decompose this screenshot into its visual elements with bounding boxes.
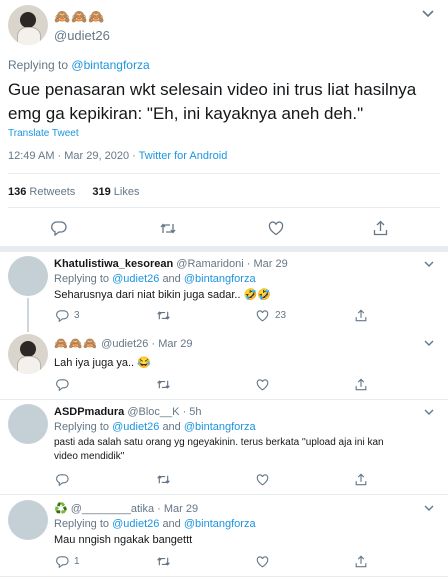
share-icon[interactable] bbox=[373, 220, 388, 236]
like-icon[interactable] bbox=[256, 379, 269, 391]
likes-label: Likes bbox=[113, 186, 140, 198]
like-icon[interactable] bbox=[256, 474, 269, 486]
reply-avatar[interactable] bbox=[8, 256, 48, 296]
likes-stat[interactable]: 319 Likes bbox=[92, 186, 139, 198]
reply-handle[interactable]: @Bloc__K bbox=[127, 406, 179, 418]
share-icon[interactable] bbox=[355, 555, 367, 568]
divider bbox=[0, 576, 448, 577]
reply-handle[interactable]: @udiet26 bbox=[101, 338, 148, 350]
chevron-down-icon[interactable] bbox=[422, 10, 434, 18]
reply-header: 🙈🙈🙈 @udiet26 · Mar 29 bbox=[54, 337, 192, 350]
likes-count: 319 bbox=[92, 186, 111, 198]
reply-replying-to: Replying to @udiet26 and @bintangforza bbox=[54, 421, 256, 433]
reply-to-link[interactable]: @bintangforza bbox=[184, 273, 256, 285]
reply-display-name[interactable]: Khatulistiwa_kesorean bbox=[54, 258, 173, 270]
like-icon[interactable] bbox=[268, 221, 284, 236]
reply-and: and bbox=[162, 273, 181, 285]
reply-to-link[interactable]: @bintangforza bbox=[71, 58, 149, 72]
retweet-icon[interactable] bbox=[159, 222, 177, 235]
reply-text-line1: pasti ada salah satu orang yg ngeyakinin… bbox=[54, 437, 384, 448]
translate-tweet-link[interactable]: Translate Tweet bbox=[8, 128, 79, 139]
reply-time[interactable]: · Mar 29 bbox=[247, 258, 288, 270]
reply-to-link[interactable]: @bintangforza bbox=[184, 518, 256, 530]
chevron-down-icon[interactable] bbox=[424, 261, 434, 268]
reply-time[interactable]: · 5h bbox=[183, 406, 202, 418]
share-icon[interactable] bbox=[355, 309, 367, 322]
chevron-down-icon[interactable] bbox=[424, 340, 434, 347]
reply-count: 3 bbox=[74, 310, 80, 321]
reply-icon[interactable] bbox=[56, 379, 69, 391]
retweet-icon[interactable] bbox=[156, 379, 171, 390]
author-handle[interactable]: @udiet26 bbox=[54, 28, 110, 43]
reply-time[interactable]: · Mar 29 bbox=[157, 503, 198, 515]
reply-to-link[interactable]: @udiet26 bbox=[112, 421, 159, 433]
replying-to-label: Replying to bbox=[54, 273, 110, 285]
reply-display-name[interactable]: ASDPmadura bbox=[54, 406, 124, 418]
like-count: 23 bbox=[275, 310, 287, 321]
tweet-text-line1: Gue penasaran wkt selesain video ini tru… bbox=[8, 80, 417, 99]
reply-header: Khatulistiwa_kesorean @Ramaridoni · Mar … bbox=[54, 258, 288, 270]
divider bbox=[0, 399, 448, 400]
replying-to-label: Replying to bbox=[54, 421, 110, 433]
reply-header: ASDPmadura @Bloc__K · 5h bbox=[54, 406, 202, 418]
reply-display-name[interactable]: ♻️ bbox=[54, 503, 68, 515]
chevron-down-icon[interactable] bbox=[424, 505, 434, 512]
reply-text-line2: video mendidik" bbox=[54, 451, 125, 462]
chevron-down-icon[interactable] bbox=[424, 409, 434, 416]
retweets-stat[interactable]: 136 Retweets bbox=[8, 186, 75, 198]
reply-and: and bbox=[162, 421, 181, 433]
reply-icon[interactable] bbox=[56, 310, 69, 322]
tweet-timestamp[interactable]: 12:49 AM · Mar 29, 2020 · bbox=[8, 150, 139, 162]
divider bbox=[8, 173, 440, 174]
reply-to-link[interactable]: @udiet26 bbox=[112, 273, 159, 285]
divider bbox=[0, 246, 448, 252]
reply-icon[interactable] bbox=[56, 556, 69, 568]
tweet-source-link[interactable]: Twitter for Android bbox=[139, 150, 228, 162]
reply-icon[interactable] bbox=[51, 221, 67, 236]
like-icon[interactable] bbox=[256, 556, 269, 568]
reply-handle[interactable]: @________atika bbox=[71, 503, 154, 515]
reply-avatar[interactable] bbox=[8, 334, 48, 374]
reply-display-name[interactable]: 🙈🙈🙈 bbox=[54, 338, 98, 350]
reply-to-link[interactable]: @udiet26 bbox=[112, 518, 159, 530]
reply-and: and bbox=[162, 518, 181, 530]
replying-to-label: Replying to bbox=[54, 518, 110, 530]
retweet-icon[interactable] bbox=[156, 310, 171, 321]
reply-avatar[interactable] bbox=[8, 404, 48, 444]
author-display-name[interactable]: 🙈🙈🙈 bbox=[54, 9, 106, 25]
reply-header: ♻️ @________atika · Mar 29 bbox=[54, 502, 198, 515]
divider bbox=[0, 494, 448, 495]
reply-handle[interactable]: @Ramaridoni bbox=[176, 258, 243, 270]
author-avatar[interactable] bbox=[8, 5, 48, 45]
reply-text: Mau nngish ngakak bangettt bbox=[54, 534, 193, 546]
retweets-count: 136 bbox=[8, 186, 27, 198]
engagement-stats: 136 Retweets 319 Likes bbox=[8, 186, 139, 198]
tweet-meta: 12:49 AM · Mar 29, 2020 · Twitter for An… bbox=[8, 150, 227, 162]
reply-replying-to: Replying to @udiet26 and @bintangforza bbox=[54, 273, 256, 285]
reply-text: Seharusnya dari niat bikin juga sadar.. … bbox=[54, 289, 271, 301]
share-icon[interactable] bbox=[355, 473, 367, 486]
divider bbox=[8, 207, 440, 208]
reply-replying-to: Replying to @udiet26 and @bintangforza bbox=[54, 518, 256, 530]
like-icon[interactable] bbox=[256, 310, 269, 322]
tweet-text-line2: emg ga kepikiran: "Eh, ini kayaknya aneh… bbox=[8, 104, 364, 123]
replying-to-label: Replying to bbox=[8, 58, 69, 72]
retweets-label: Retweets bbox=[29, 186, 76, 198]
retweet-icon[interactable] bbox=[156, 556, 171, 567]
reply-text: Lah iya juga ya.. 😂 bbox=[54, 357, 151, 369]
retweet-icon[interactable] bbox=[156, 474, 171, 485]
reply-time[interactable]: · Mar 29 bbox=[151, 338, 192, 350]
share-icon[interactable] bbox=[355, 378, 367, 391]
thread-line bbox=[27, 298, 29, 332]
replying-to-line: Replying to @bintangforza bbox=[8, 58, 150, 72]
reply-avatar[interactable] bbox=[8, 500, 48, 540]
reply-count: 1 bbox=[74, 556, 80, 567]
reply-icon[interactable] bbox=[56, 474, 69, 486]
reply-to-link[interactable]: @bintangforza bbox=[184, 421, 256, 433]
